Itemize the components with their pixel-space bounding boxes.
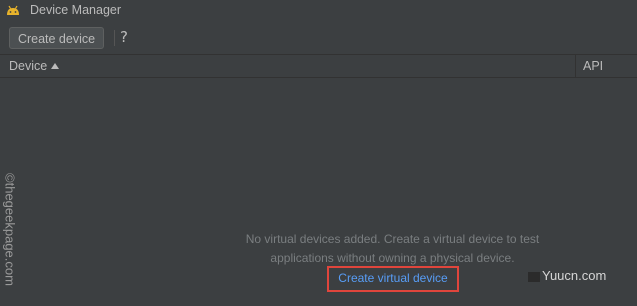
toolbar-divider [114, 30, 115, 46]
column-header-device[interactable]: Device [0, 55, 576, 77]
watermark-right: Yuucn.com [528, 268, 606, 283]
watermark-right-text: Yuucn.com [542, 268, 607, 283]
device-manager-window: Device Manager Create device ? Device AP… [0, 0, 637, 306]
android-icon [7, 5, 19, 15]
watermark-logo-icon [528, 271, 540, 282]
sort-ascending-icon [51, 63, 59, 69]
create-device-button[interactable]: Create device [9, 27, 104, 49]
title-bar: Device Manager [0, 0, 637, 22]
table-header: Device API [0, 54, 637, 78]
toolbar: Create device ? [0, 22, 637, 54]
column-header-device-label: Device [9, 59, 48, 73]
window-title: Device Manager [30, 3, 122, 17]
watermark-left: ©thegeekpage.com [2, 173, 18, 286]
create-virtual-device-link[interactable]: Create virtual device [329, 271, 457, 285]
empty-state-message: No virtual devices added. Create a virtu… [245, 232, 540, 265]
help-icon[interactable]: ? [120, 28, 128, 46]
create-virtual-device-highlight: Create virtual device [327, 266, 459, 292]
column-header-api[interactable]: API [583, 59, 603, 73]
